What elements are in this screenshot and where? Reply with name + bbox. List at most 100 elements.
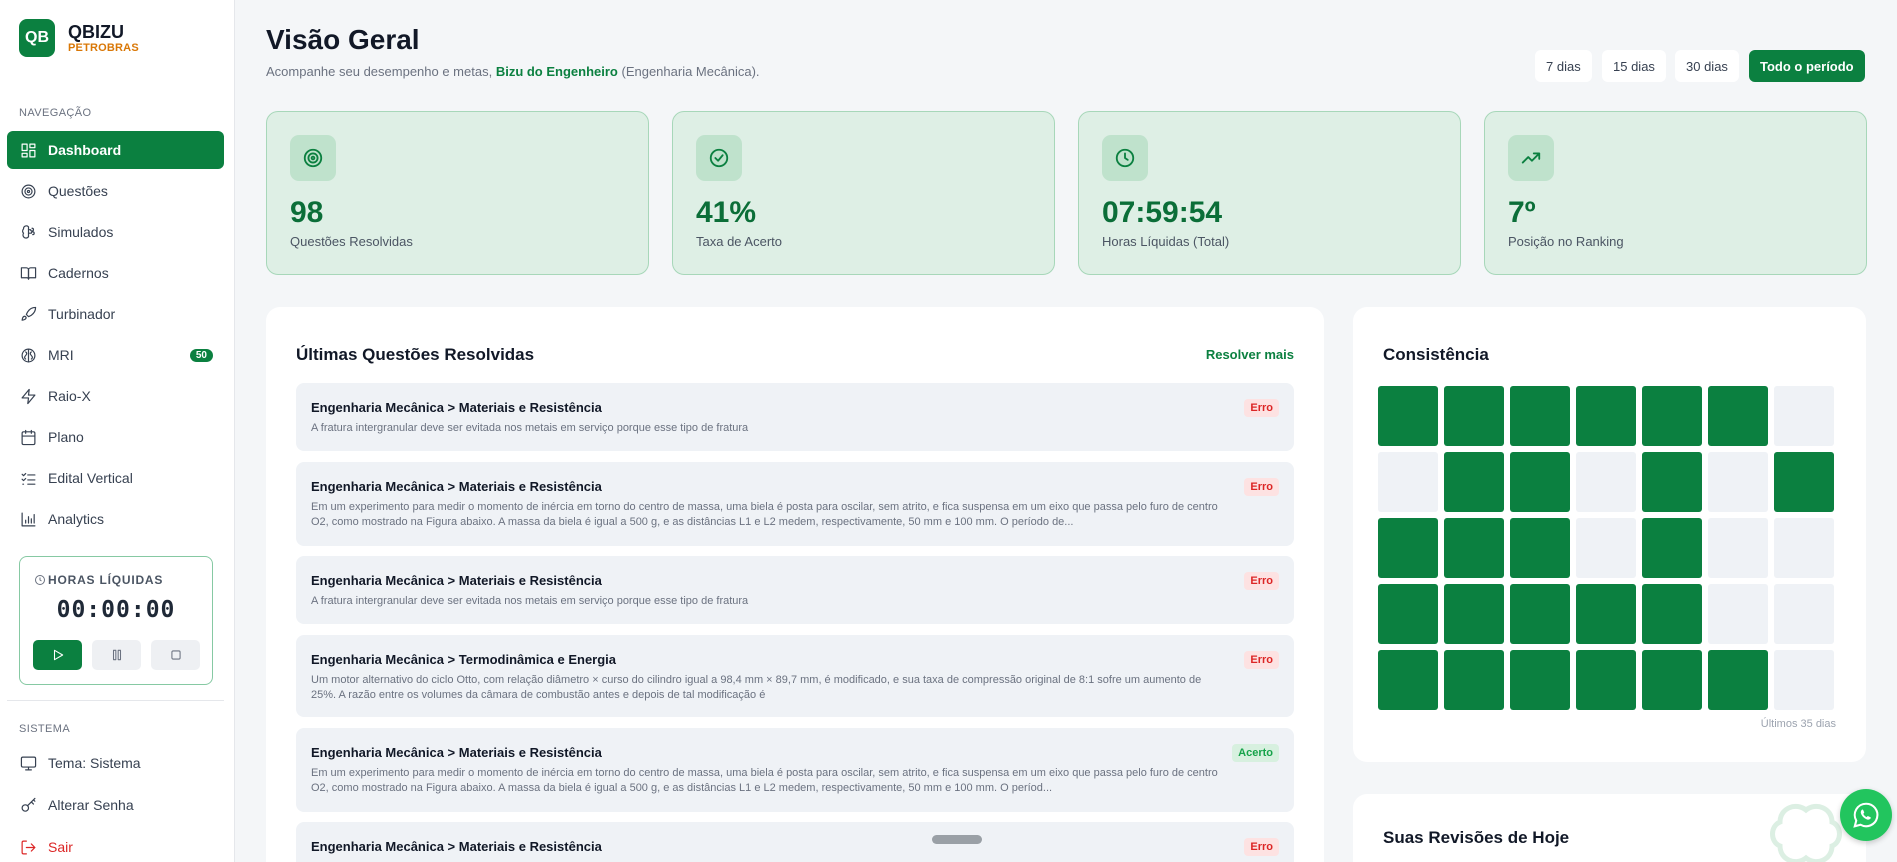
card-title: Consistência: [1383, 345, 1489, 364]
consistency-day-cell: [1576, 584, 1636, 644]
brain-decoration-icon: [1770, 804, 1842, 862]
subtitle-suffix: (Engenharia Mecânica).: [617, 64, 760, 79]
resolve-more-link[interactable]: Resolver mais: [1206, 347, 1294, 362]
question-item[interactable]: Engenharia Mecânica > Materiais e Resist…: [296, 556, 1294, 624]
consistency-day-cell: [1444, 386, 1504, 446]
status-badge: Erro: [1244, 651, 1279, 669]
question-excerpt: A fratura intergranular deve ser evitada…: [311, 422, 749, 434]
sidebar: QB QBIZU PETROBRAS NAVEGAÇÃO Dashboard Q…: [0, 0, 235, 862]
sidebar-item-questoes[interactable]: Questões: [7, 172, 224, 210]
stat-value: 7º: [1508, 196, 1536, 229]
consistency-day-cell: [1576, 518, 1636, 578]
status-badge: Acerto: [1232, 744, 1279, 762]
sidebar-item-label: Edital Vertical: [48, 470, 133, 486]
consistency-day-cell: [1378, 386, 1438, 446]
consistency-day-cell: [1708, 650, 1768, 710]
question-item[interactable]: Engenharia Mecânica > Materiais e Resist…: [296, 728, 1294, 812]
target-icon: [19, 182, 37, 200]
sidebar-item-label: Tema: Sistema: [48, 755, 141, 771]
sidebar-item-label: Analytics: [48, 511, 105, 527]
stat-label: Questões Resolvidas: [290, 234, 413, 249]
stat-card-hours: 07:59:54 Horas Líquidas (Total): [1078, 111, 1461, 275]
consistency-footer: Últimos 35 dias: [1760, 718, 1836, 730]
logout-icon: [19, 838, 37, 856]
consistency-day-cell: [1708, 452, 1768, 512]
sidebar-item-simulados[interactable]: Simulados: [7, 213, 224, 251]
timer-stop-button[interactable]: [151, 640, 200, 670]
consistency-day-cell: [1378, 452, 1438, 512]
sidebar-item-turbinador[interactable]: Turbinador: [7, 295, 224, 333]
brand[interactable]: QB QBIZU PETROBRAS: [19, 19, 139, 57]
question-excerpt: Em um experimento para medir o momento d…: [311, 767, 1218, 794]
brain-icon: [19, 223, 37, 241]
sidebar-item-label: Sair: [48, 839, 73, 855]
sidebar-item-dashboard[interactable]: Dashboard: [7, 131, 224, 169]
sidebar-item-edital-vertical[interactable]: Edital Vertical: [7, 459, 224, 497]
sidebar-item-logout[interactable]: Sair: [7, 828, 224, 862]
whatsapp-button[interactable]: [1840, 789, 1892, 841]
period-15-days-button[interactable]: 15 dias: [1602, 50, 1666, 82]
status-badge: Erro: [1244, 399, 1279, 417]
scroll-handle[interactable]: [932, 835, 982, 844]
timer-header: HORAS LÍQUIDAS: [34, 573, 163, 587]
consistency-day-cell: [1510, 452, 1570, 512]
consistency-day-cell: [1510, 650, 1570, 710]
stat-card-questions: 98 Questões Resolvidas: [266, 111, 649, 275]
consistency-day-cell: [1510, 518, 1570, 578]
rocket-icon: [19, 305, 37, 323]
timer-pause-button[interactable]: [92, 640, 141, 670]
recent-questions-card: Últimas Questões Resolvidas Resolver mai…: [266, 307, 1324, 862]
checklist-icon: [19, 469, 37, 487]
sidebar-item-analytics[interactable]: Analytics: [7, 500, 224, 538]
sidebar-item-raio-x[interactable]: Raio-X: [7, 377, 224, 415]
sidebar-item-change-password[interactable]: Alterar Senha: [7, 786, 224, 824]
consistency-day-cell: [1708, 386, 1768, 446]
page-title: Visão Geral: [266, 24, 420, 55]
question-subject: Engenharia Mecânica > Termodinâmica e En…: [311, 652, 617, 667]
timer-value: 00:00:00: [56, 597, 176, 623]
study-timer: HORAS LÍQUIDAS 00:00:00: [19, 556, 213, 685]
check-circle-icon: [696, 135, 742, 181]
period-30-days-button[interactable]: 30 dias: [1675, 50, 1739, 82]
target-icon: [290, 135, 336, 181]
main-nav: Dashboard Questões Simulados Cadernos Tu…: [7, 131, 224, 541]
question-item[interactable]: Engenharia Mecânica > Termodinâmica e En…: [296, 635, 1294, 717]
question-item[interactable]: Engenharia Mecânica > Materiais e Resist…: [296, 822, 1294, 862]
timer-play-button[interactable]: [33, 640, 82, 670]
sidebar-item-label: Simulados: [48, 224, 114, 240]
sidebar-item-plano[interactable]: Plano: [7, 418, 224, 456]
status-badge: Erro: [1244, 838, 1279, 856]
sidebar-divider: [7, 700, 224, 701]
consistency-day-cell: [1510, 584, 1570, 644]
sidebar-item-theme[interactable]: Tema: Sistema: [7, 744, 224, 782]
question-excerpt: Em um experimento para medir o momento d…: [311, 501, 1218, 528]
calendar-icon: [19, 428, 37, 446]
consistency-day-cell: [1642, 386, 1702, 446]
clock-icon: [35, 575, 45, 585]
sidebar-item-label: Turbinador: [48, 306, 116, 322]
nav-section-label: NAVEGAÇÃO: [19, 107, 92, 119]
key-icon: [19, 796, 37, 814]
question-subject: Engenharia Mecânica > Materiais e Resist…: [311, 479, 602, 494]
question-item[interactable]: Engenharia Mecânica > Materiais e Resist…: [296, 462, 1294, 546]
stat-value: 41%: [696, 196, 757, 229]
status-badge: Erro: [1244, 572, 1279, 590]
period-7-days-button[interactable]: 7 dias: [1535, 50, 1592, 82]
consistency-day-cell: [1642, 584, 1702, 644]
sidebar-item-cadernos[interactable]: Cadernos: [7, 254, 224, 292]
question-item[interactable]: Engenharia Mecânica > Materiais e Resist…: [296, 383, 1294, 451]
period-all-button[interactable]: Todo o período: [1749, 50, 1865, 82]
course-name[interactable]: Bizu do Engenheiro: [496, 64, 618, 79]
consistency-day-cell: [1378, 518, 1438, 578]
stat-card-ranking: 7º Posição no Ranking: [1484, 111, 1867, 275]
sidebar-item-mri[interactable]: MRI 50: [7, 336, 224, 374]
system-section-label: SISTEMA: [19, 723, 71, 735]
consistency-day-cell: [1774, 386, 1834, 446]
sidebar-item-label: MRI: [48, 347, 74, 363]
consistency-day-cell: [1642, 650, 1702, 710]
card-title: Últimas Questões Resolvidas: [296, 345, 535, 364]
consistency-day-cell: [1444, 650, 1504, 710]
sidebar-item-label: Questões: [48, 183, 108, 199]
mri-count-badge: 50: [189, 348, 213, 362]
clock-icon: [1102, 135, 1148, 181]
